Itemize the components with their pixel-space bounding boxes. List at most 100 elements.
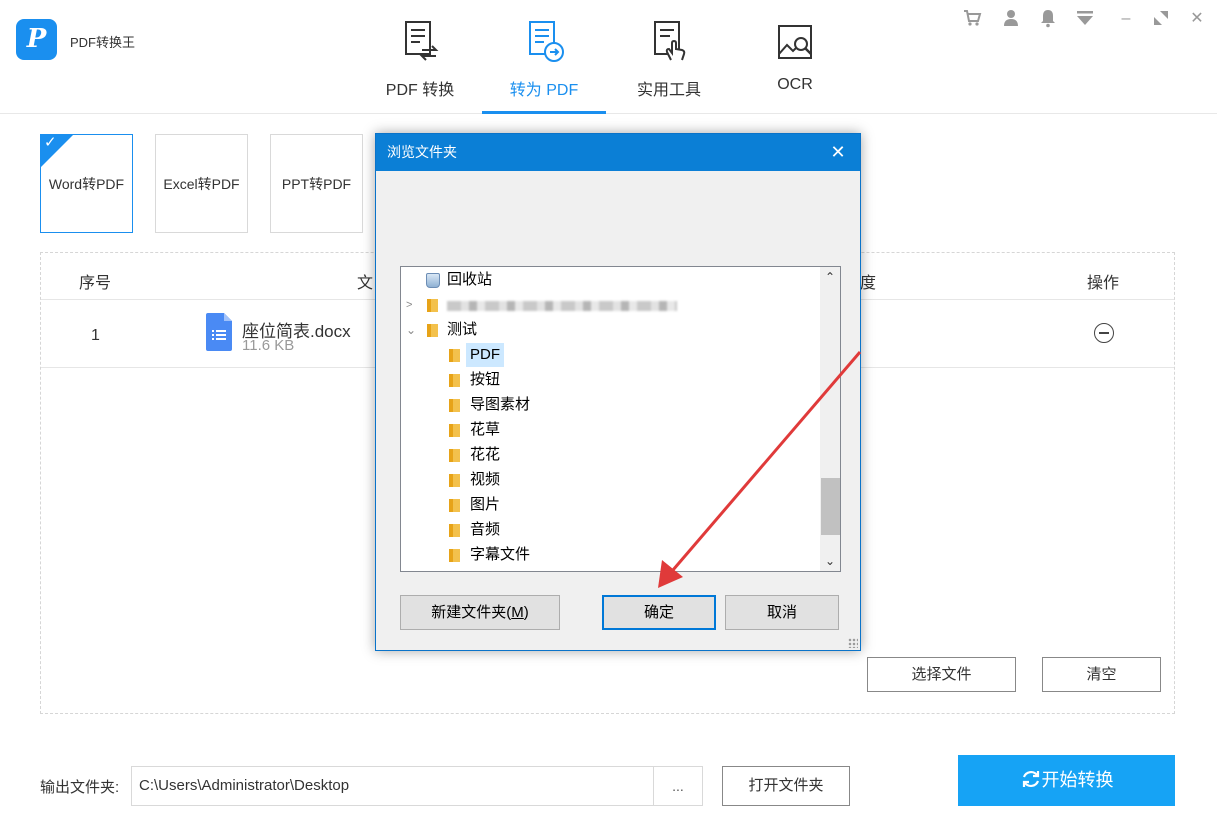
tree-item-label: 字幕文件 <box>470 546 531 563</box>
tree-item-hidden[interactable]: > <box>401 293 821 317</box>
cancel-button[interactable]: 取消 <box>725 595 839 630</box>
docx-file-icon <box>206 313 232 351</box>
folder-tree[interactable]: 回收站 > ⌄ 测试 PDF 按钮 导图素材 花草 花花 视频 图片 音频 字幕… <box>400 266 841 572</box>
start-convert-button[interactable]: 开始转换 <box>958 755 1175 806</box>
folder-icon <box>427 299 438 312</box>
tree-item-label: 测试 <box>447 321 478 338</box>
tab-to-pdf-label: 转为 PDF <box>509 82 579 99</box>
tree-item-label: 视频 <box>470 471 501 488</box>
col-header-progress: 度 <box>860 275 877 292</box>
tab-to-pdf[interactable]: 转为 PDF <box>482 14 606 114</box>
card-label: Excel转PDF <box>163 176 240 192</box>
tree-item-subtitles[interactable]: 字幕文件 <box>401 543 821 567</box>
tools-icon <box>654 21 686 61</box>
tree-item-images[interactable]: 图片 <box>401 493 821 517</box>
minimize-icon[interactable]: – <box>1115 8 1137 30</box>
scroll-thumb[interactable] <box>821 478 840 535</box>
tree-item-mindmap[interactable]: 导图素材 <box>401 393 821 417</box>
tree-item-pdf[interactable]: PDF <box>401 343 821 367</box>
tree-item-buttons[interactable]: 按钮 <box>401 368 821 392</box>
card-ppt-to-pdf[interactable]: PPT转PDF <box>270 134 363 233</box>
new-folder-button[interactable]: 新建文件夹(M) <box>400 595 560 630</box>
folder-icon <box>449 524 460 537</box>
bell-icon[interactable] <box>1037 8 1059 30</box>
remove-file-icon[interactable] <box>1094 323 1114 343</box>
recycle-bin-icon <box>426 273 440 288</box>
folder-icon <box>449 549 460 562</box>
col-header-action: 操作 <box>1087 275 1120 292</box>
menu-icon[interactable] <box>1074 8 1096 30</box>
folder-icon <box>449 474 460 487</box>
card-excel-to-pdf[interactable]: Excel转PDF <box>155 134 248 233</box>
tree-item-video[interactable]: 视频 <box>401 468 821 492</box>
user-icon[interactable] <box>1000 8 1022 30</box>
cart-icon[interactable] <box>961 8 983 30</box>
app-name: PDF转换王 <box>70 35 136 50</box>
tab-tools[interactable]: 实用工具 <box>609 14 729 114</box>
ocr-icon <box>778 25 812 59</box>
ok-button[interactable]: 确定 <box>602 595 716 630</box>
new-folder-suffix: ) <box>523 604 529 621</box>
tree-item-test[interactable]: ⌄ 测试 <box>401 318 821 342</box>
maximize-icon[interactable] <box>1150 8 1172 30</box>
tree-item-audio[interactable]: 音频 <box>401 518 821 542</box>
tree-item-label: 导图素材 <box>470 396 531 413</box>
folder-icon <box>449 424 460 437</box>
col-header-index: 序号 <box>79 275 112 292</box>
tree-item-label: 音频 <box>470 521 501 538</box>
col-header-file: 文 <box>357 275 374 292</box>
tab-ocr-label: OCR <box>777 76 813 93</box>
check-icon: ✓ <box>44 134 57 151</box>
blurred-label <box>447 301 677 311</box>
start-convert-label: 开始转换 <box>1041 770 1114 790</box>
browse-folder-dialog: 浏览文件夹 ✕ 回收站 > ⌄ 测试 PDF 按钮 导图素材 花草 花花 视频 … <box>375 133 861 651</box>
tab-pdf-convert[interactable]: PDF 转换 <box>360 14 480 114</box>
to-pdf-icon <box>529 21 564 62</box>
card-word-to-pdf[interactable]: ✓ Word转PDF <box>40 134 133 233</box>
file-size: 11.6 KB <box>242 337 295 354</box>
tab-ocr[interactable]: OCR <box>735 14 855 114</box>
choose-file-button[interactable]: 选择文件 <box>867 657 1016 692</box>
clear-button[interactable]: 清空 <box>1042 657 1161 692</box>
app-logo: P <box>16 19 57 60</box>
scroll-up-icon[interactable]: ⌃ <box>820 267 840 287</box>
tree-item-label: 按钮 <box>470 371 501 388</box>
tree-item-plants[interactable]: 花草 <box>401 418 821 442</box>
tree-scrollbar[interactable]: ⌃ ⌄ <box>820 267 840 571</box>
tree-item-recycle-bin[interactable]: 回收站 <box>401 268 821 292</box>
pdf-convert-icon <box>405 21 439 61</box>
card-label: PPT转PDF <box>281 176 352 192</box>
output-folder-label: 输出文件夹: <box>40 779 120 796</box>
pdf-converter-app: P PDF转换王 PDF 转换 转为 PDF 实用工具 OCR – ✕ ✓ Wo… <box>0 0 1217 813</box>
open-folder-button[interactable]: 打开文件夹 <box>722 766 850 806</box>
card-label: Word转PDF <box>48 176 125 192</box>
tree-item-label: 花草 <box>470 421 501 438</box>
resize-grip[interactable] <box>848 638 858 648</box>
tree-item-flowers[interactable]: 花花 <box>401 443 821 467</box>
folder-icon <box>449 449 460 462</box>
app-header: P PDF转换王 PDF 转换 转为 PDF 实用工具 OCR – ✕ <box>0 0 1217 114</box>
tab-pdf-convert-label: PDF 转换 <box>385 82 455 99</box>
tree-item-label: 图片 <box>470 496 501 513</box>
folder-icon <box>427 324 438 337</box>
output-path-field[interactable]: C:\Users\Administrator\Desktop <box>131 766 654 806</box>
folder-icon <box>449 374 460 387</box>
expand-arrow-icon[interactable]: > <box>406 293 418 317</box>
refresh-icon <box>1022 771 1039 787</box>
close-icon[interactable]: ✕ <box>1186 8 1208 30</box>
collapse-arrow-icon[interactable]: ⌄ <box>406 318 418 342</box>
new-folder-accesskey: M <box>511 604 524 621</box>
tree-item-label: 回收站 <box>447 271 493 288</box>
dialog-title: 浏览文件夹 <box>376 134 860 171</box>
scroll-down-icon[interactable]: ⌄ <box>820 551 840 571</box>
new-folder-label: 新建文件夹( <box>431 604 512 621</box>
tree-item-label: 花花 <box>470 446 501 463</box>
tree-item-label: PDF <box>466 343 504 367</box>
dialog-close-icon[interactable]: ✕ <box>828 134 848 171</box>
folder-icon <box>449 499 460 512</box>
tab-tools-label: 实用工具 <box>636 82 701 99</box>
row-index: 1 <box>91 327 100 344</box>
folder-icon <box>449 349 460 362</box>
folder-icon <box>449 399 460 412</box>
browse-button[interactable]: ... <box>653 766 703 806</box>
